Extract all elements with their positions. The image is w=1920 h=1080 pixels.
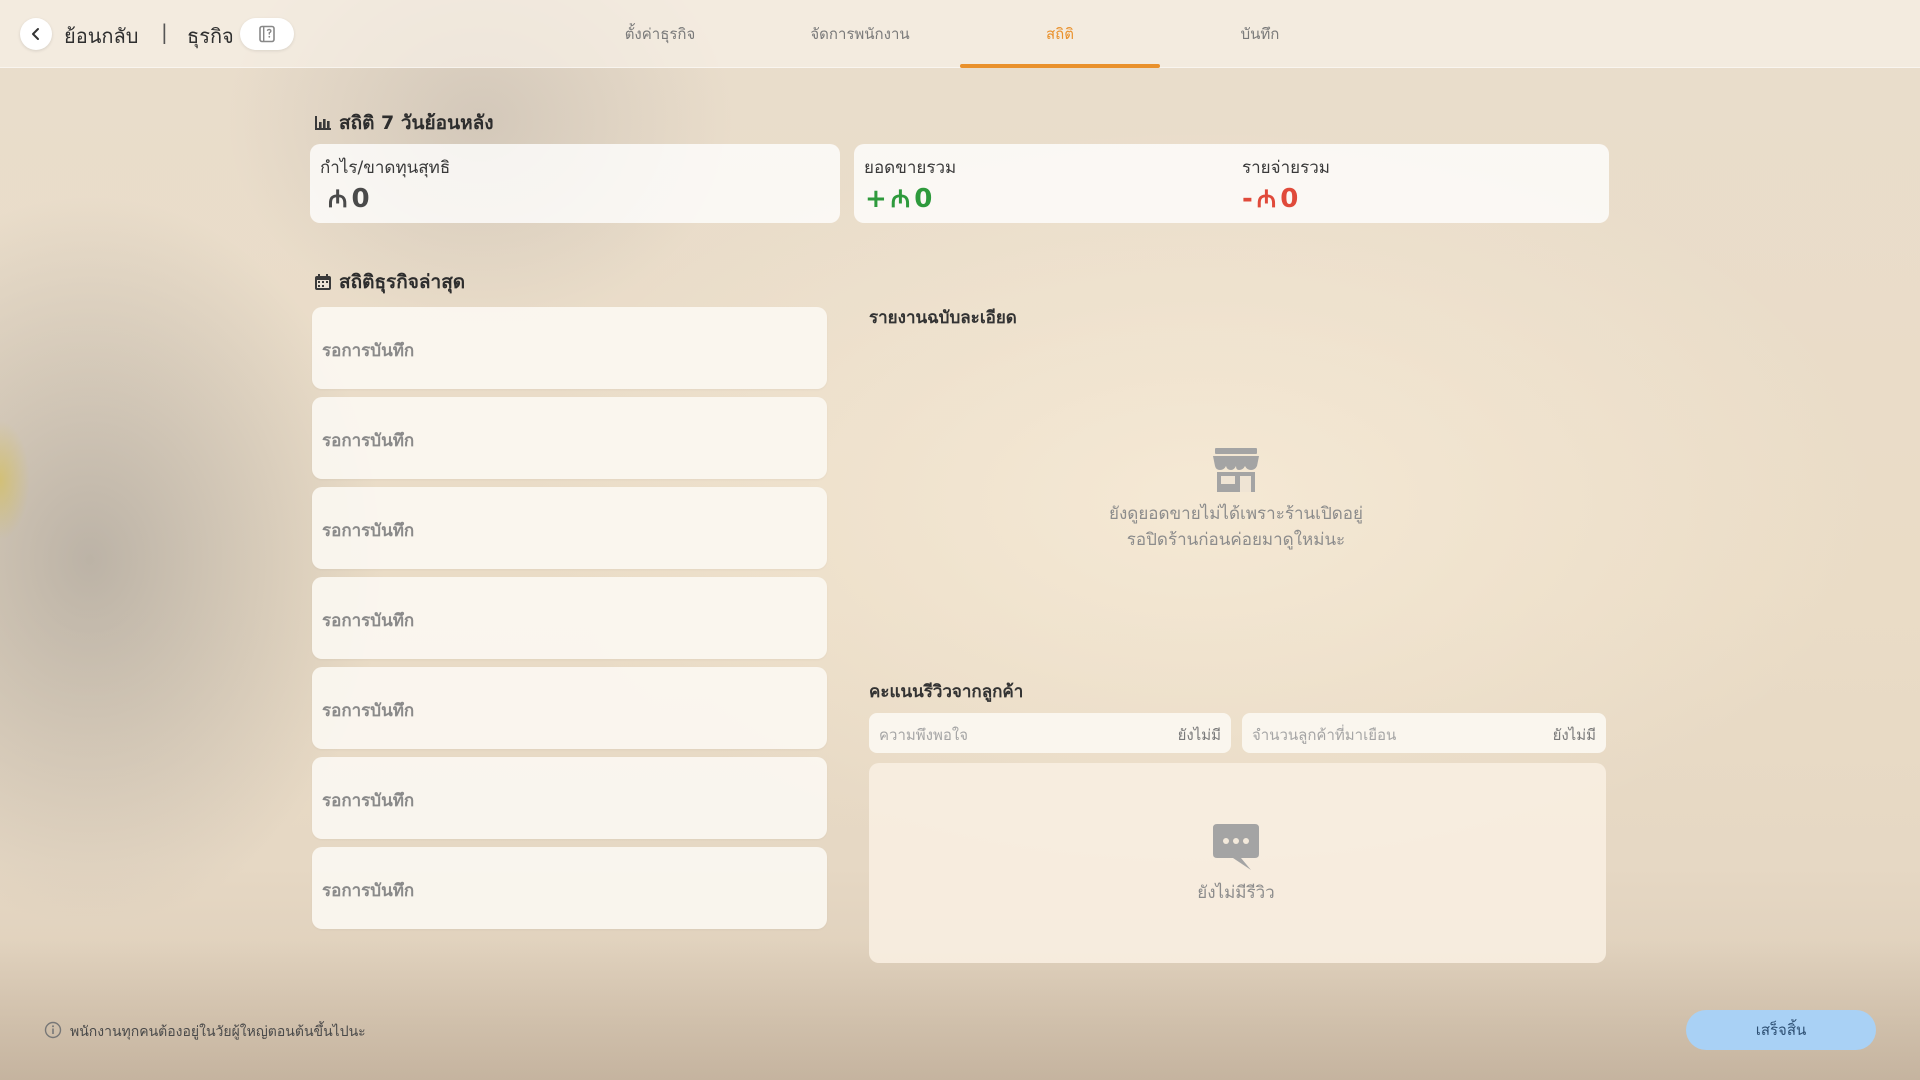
visitors-value: ยังไม่มี	[1552, 726, 1596, 744]
currency-icon: ₼	[1256, 185, 1277, 213]
back-arrow-icon	[32, 28, 39, 40]
record-status: รอการบันทึก	[322, 341, 415, 361]
visitors-field: จำนวนลูกค้าที่มาเยือน ยังไม่มี	[1242, 713, 1606, 753]
shop-icon	[1213, 448, 1259, 492]
book-icon	[259, 25, 275, 43]
tab-business-settings[interactable]: ตั้งค่าธุรกิจ	[560, 0, 760, 68]
top-bar: ย้อนกลับ | ธุรกิจ ตั้งค่าธุรกิจ จัดการพน…	[0, 0, 1920, 68]
no-reviews-text: ยังไม่มีรีวิว	[1197, 883, 1275, 903]
currency-icon: ₼	[328, 185, 348, 213]
record-status: รอการบันทึก	[322, 521, 415, 541]
record-status: รอการบันทึก	[322, 611, 415, 631]
record-status: รอการบันทึก	[322, 881, 415, 901]
record-item[interactable]: รอการบันทึก	[312, 847, 827, 929]
currency-icon: ₼	[890, 185, 911, 213]
total-expense-sign: -	[1242, 183, 1253, 214]
tab-records[interactable]: บันทึก	[1160, 0, 1360, 68]
record-item[interactable]: รอการบันทึก	[312, 397, 827, 479]
record-item[interactable]: รอการบันทึก	[312, 487, 827, 569]
calendar-icon	[315, 274, 331, 290]
stats-7-days-title: สถิติ 7 วันย้อนหลัง	[339, 112, 494, 134]
net-profit-amount: 0	[351, 183, 370, 214]
back-button[interactable]	[20, 18, 52, 50]
satisfaction-field: ความพึงพอใจ ยังไม่มี	[869, 713, 1231, 753]
record-status: รอการบันทึก	[322, 431, 415, 451]
total-sales-sign: +	[865, 183, 887, 214]
record-item[interactable]: รอการบันทึก	[312, 757, 827, 839]
customer-reviews-title: คะแนนรีวิวจากลูกค้า	[869, 682, 1024, 702]
title-separator: |	[161, 20, 168, 44]
satisfaction-value: ยังไม่มี	[1177, 726, 1221, 744]
record-status: รอการบันทึก	[322, 701, 415, 721]
back-label[interactable]: ย้อนกลับ	[64, 20, 138, 52]
footer-note: พนักงานทุกคนต้องอยู่ในวัยผู้ใหญ่ตอนต้นขึ…	[70, 1024, 366, 1040]
tab-statistics[interactable]: สถิติ	[960, 0, 1160, 68]
total-sales-amount: 0	[914, 183, 933, 214]
report-empty-line-1: ยังดูยอดขายไม่ได้เพราะร้านเปิดอยู่	[1109, 504, 1363, 524]
total-sales-value: + ₼ 0	[865, 182, 932, 215]
record-item[interactable]: รอการบันทึก	[312, 307, 827, 389]
total-expense-label: รายจ่ายรวม	[1242, 158, 1330, 178]
latest-stats-heading: สถิติธุรกิจล่าสุด	[313, 267, 465, 297]
bar-chart-icon	[315, 116, 331, 130]
detailed-report-title: รายงานฉบับละเอียด	[869, 308, 1017, 328]
net-profit-card: กำไร/ขาดทุนสุทธิ ₼ 0	[310, 144, 840, 223]
stats-7-days-heading: สถิติ 7 วันย้อนหลัง	[313, 108, 494, 138]
report-empty-line-2: รอปิดร้านก่อนค่อยมาดูใหม่นะ	[1126, 530, 1346, 550]
chat-bubble-icon	[1213, 824, 1259, 870]
net-profit-value: ₼ 0	[324, 182, 370, 215]
total-expense-amount: 0	[1280, 183, 1299, 214]
tab-staff-management[interactable]: จัดการพนักงาน	[760, 0, 960, 68]
record-status: รอการบันทึก	[322, 791, 415, 811]
background-glow	[0, 420, 30, 540]
info-icon	[44, 1021, 62, 1039]
record-item[interactable]: รอการบันทึก	[312, 667, 827, 749]
total-expense-value: - ₼ 0	[1242, 182, 1298, 215]
sales-expense-card: ยอดขายรวม + ₼ 0 รายจ่ายรวม - ₼ 0	[854, 144, 1609, 223]
business-label: ธุรกิจ	[187, 24, 234, 48]
latest-stats-title: สถิติธุรกิจล่าสุด	[339, 271, 466, 293]
total-sales-label: ยอดขายรวม	[864, 158, 957, 178]
record-item[interactable]: รอการบันทึก	[312, 577, 827, 659]
visitors-label: จำนวนลูกค้าที่มาเยือน	[1252, 726, 1397, 744]
net-profit-label: กำไร/ขาดทุนสุทธิ	[320, 158, 451, 178]
finish-button[interactable]: เสร็จสิ้น	[1686, 1010, 1876, 1050]
guide-book-button[interactable]	[240, 18, 294, 50]
satisfaction-label: ความพึงพอใจ	[879, 726, 968, 744]
